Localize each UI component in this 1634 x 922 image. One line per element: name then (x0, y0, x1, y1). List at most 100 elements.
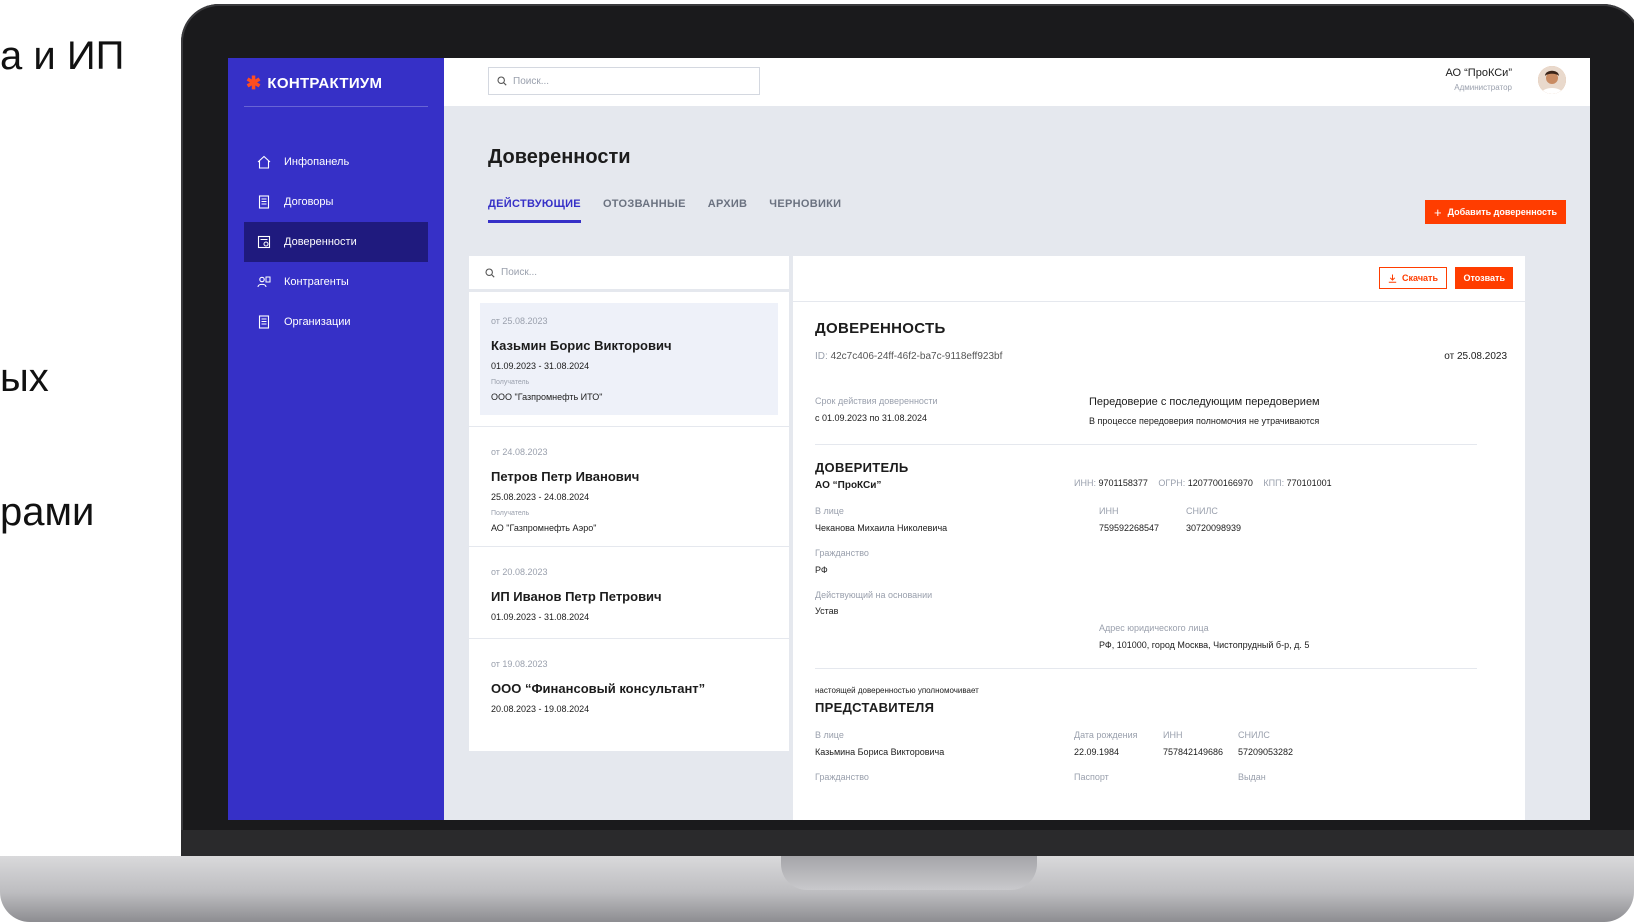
document-icon (256, 194, 272, 210)
download-button[interactable]: Скачать (1379, 267, 1447, 289)
sidebar-item-label: Организации (284, 316, 351, 328)
redelegation-title: Передоверие с последующим передоверием (1089, 396, 1320, 408)
representative-birth-label: Дата рождения (1074, 730, 1138, 740)
divider (244, 106, 428, 107)
receiver-value: АО "Газпромнефть Аэро" (491, 523, 597, 533)
representative-person: Казьмина Бориса Викторовича (815, 747, 945, 757)
proxy-icon (256, 234, 272, 250)
principal-person: Чеканова Михаила Николевича (815, 523, 948, 533)
kpp-value: 770101001 (1286, 478, 1332, 488)
tab-active[interactable]: ДЕЙСТВУЮЩИЕ (488, 198, 581, 223)
search-icon (485, 267, 495, 278)
sidebar-nav: Инфопанель Договоры Доверенности Контраг… (244, 142, 428, 342)
user-name: АО “ПроКСи” (1445, 67, 1512, 79)
principal-address-label: Адрес юридического лица (1099, 623, 1209, 633)
tab-revoked[interactable]: ОТОЗВАННЫЕ (603, 198, 686, 223)
sidebar-item-label: Инфопанель (284, 156, 350, 168)
principal-citizenship-label: Гражданство (815, 548, 869, 558)
proxy-detail: Скачать Отозвать ДОВЕРЕННОСТЬ ID: 42c7c4… (793, 256, 1525, 820)
representative-issued-label: Выдан (1238, 772, 1266, 782)
download-icon (1388, 274, 1397, 283)
page-title: Доверенности (488, 146, 631, 168)
detail-toolbar: Скачать Отозвать (793, 256, 1525, 302)
tab-archive[interactable]: АРХИВ (708, 198, 748, 223)
proxy-period: 20.08.2023 - 19.08.2024 (491, 704, 590, 714)
list-item[interactable]: от 20.08.2023 ИП Иванов Петр Петрович 01… (469, 547, 789, 639)
ogrn-value: 1207700166970 (1187, 478, 1253, 488)
sidebar-item-label: Контрагенты (284, 276, 349, 288)
kpp-label: КПП: (1263, 478, 1285, 488)
principal-basis-label: Действующий на основании (815, 590, 933, 600)
app-screen: ✱ КОНТРАКТИУМ Инфопанель Договоры Довере… (228, 58, 1590, 820)
global-search-placeholder: Поиск... (513, 75, 550, 87)
principal-basis: Устав (815, 606, 839, 616)
representative-citizenship-label: Гражданство (815, 772, 869, 782)
proxy-person: ООО “Финансовый консультант” (491, 681, 706, 696)
ogrn-label: ОГРН: (1158, 478, 1186, 488)
proxy-person: Казьмин Борис Викторович (491, 338, 672, 353)
sidebar-item-organizations[interactable]: Организации (244, 302, 428, 342)
divider (469, 415, 789, 427)
principal-address: РФ, 101000, город Москва, Чистопрудный б… (1099, 640, 1310, 650)
divider (815, 444, 1477, 445)
proxy-period: 25.08.2023 - 24.08.2024 (491, 492, 590, 502)
proxy-date: от 24.08.2023 (491, 447, 548, 457)
id-label: ID: (815, 351, 828, 362)
document-date: от 25.08.2023 (1444, 351, 1507, 362)
global-search-input[interactable]: Поиск... (488, 67, 760, 95)
principal-citizenship: РФ (815, 565, 828, 575)
representative-heading: ПРЕДСТАВИТЕЛЯ (815, 700, 935, 715)
list-item[interactable]: от 25.08.2023 Казьмин Борис Викторович 0… (469, 303, 789, 415)
revoke-button[interactable]: Отозвать (1455, 267, 1513, 289)
sidebar-item-proxies[interactable]: Доверенности (244, 222, 428, 262)
representative-passport-label: Паспорт (1074, 772, 1109, 782)
slide-text-line-3: рами (0, 490, 95, 534)
inn-value: 9701158377 (1098, 478, 1148, 488)
organization-icon (256, 314, 272, 330)
proxy-list: Поиск... от 25.08.2023 Казьмин Борис Вик… (469, 256, 789, 751)
divider (815, 668, 1477, 669)
plus-icon: + (1433, 204, 1442, 220)
brand-star-icon: ✱ (246, 73, 262, 93)
representative-inn-label: ИНН (1163, 730, 1183, 740)
representative-inn: 757842149686 (1163, 747, 1224, 757)
redelegation-note: В процессе передоверия полномочия не утр… (1089, 416, 1320, 426)
proxy-date: от 25.08.2023 (491, 316, 548, 326)
search-icon (497, 76, 507, 86)
slide-text-line-2: ых (0, 356, 49, 400)
sidebar-item-label: Доверенности (284, 236, 357, 248)
revoke-label: Отозвать (1463, 273, 1505, 283)
list-item[interactable]: от 19.08.2023 ООО “Финансовый консультан… (469, 639, 789, 730)
proxy-period: 01.09.2023 - 31.08.2024 (491, 361, 590, 371)
proxy-person: Петров Петр Иванович (491, 469, 640, 484)
sidebar-item-label: Договоры (284, 196, 334, 208)
proxy-date: от 19.08.2023 (491, 659, 548, 669)
add-proxy-button[interactable]: + Добавить доверенность (1424, 200, 1566, 224)
user-role: Администратор (1454, 83, 1512, 92)
term-value: с 01.09.2023 по 31.08.2024 (815, 413, 927, 423)
avatar[interactable] (1538, 66, 1566, 94)
list-search-input[interactable]: Поиск... (469, 256, 789, 292)
sidebar-item-infopanel[interactable]: Инфопанель (244, 142, 428, 182)
sidebar-item-contracts[interactable]: Договоры (244, 182, 428, 222)
home-icon (256, 154, 272, 170)
add-proxy-label: Добавить доверенность (1447, 207, 1557, 217)
principal-snils-label: СНИЛС (1186, 506, 1218, 516)
inn-label: ИНН: (1074, 478, 1096, 488)
proxy-card-selected[interactable]: от 25.08.2023 Казьмин Борис Викторович 0… (480, 303, 778, 415)
tabs: ДЕЙСТВУЮЩИЕ ОТОЗВАННЫЕ АРХИВ ЧЕРНОВИКИ (488, 198, 841, 223)
list-item[interactable]: от 24.08.2023 Петров Петр Иванович 25.08… (469, 427, 789, 547)
brand-logo[interactable]: ✱ КОНТРАКТИУМ (246, 70, 382, 96)
slide-text-line-1: а и ИП (0, 34, 125, 78)
principal-person-inn: 759592268547 (1099, 523, 1160, 533)
representative-snils-label: СНИЛС (1238, 730, 1270, 740)
principal-org: АО “ПроКСи” (815, 480, 882, 491)
sidebar-item-contractors[interactable]: Контрагенты (244, 262, 428, 302)
sidebar: ✱ КОНТРАКТИУМ Инфопанель Договоры Довере… (228, 58, 444, 820)
receiver-value: ООО "Газпромнефть ИТО" (491, 392, 603, 402)
receiver-label: Получатель (491, 379, 530, 386)
principal-requisites: ИНН: 9701158377 ОГРН: 1207700166970 КПП:… (1074, 478, 1332, 488)
term-label: Срок действия доверенности (815, 396, 938, 406)
tab-drafts[interactable]: ЧЕРНОВИКИ (769, 198, 841, 223)
user-menu[interactable]: АО “ПроКСи” Администратор (1445, 67, 1512, 92)
